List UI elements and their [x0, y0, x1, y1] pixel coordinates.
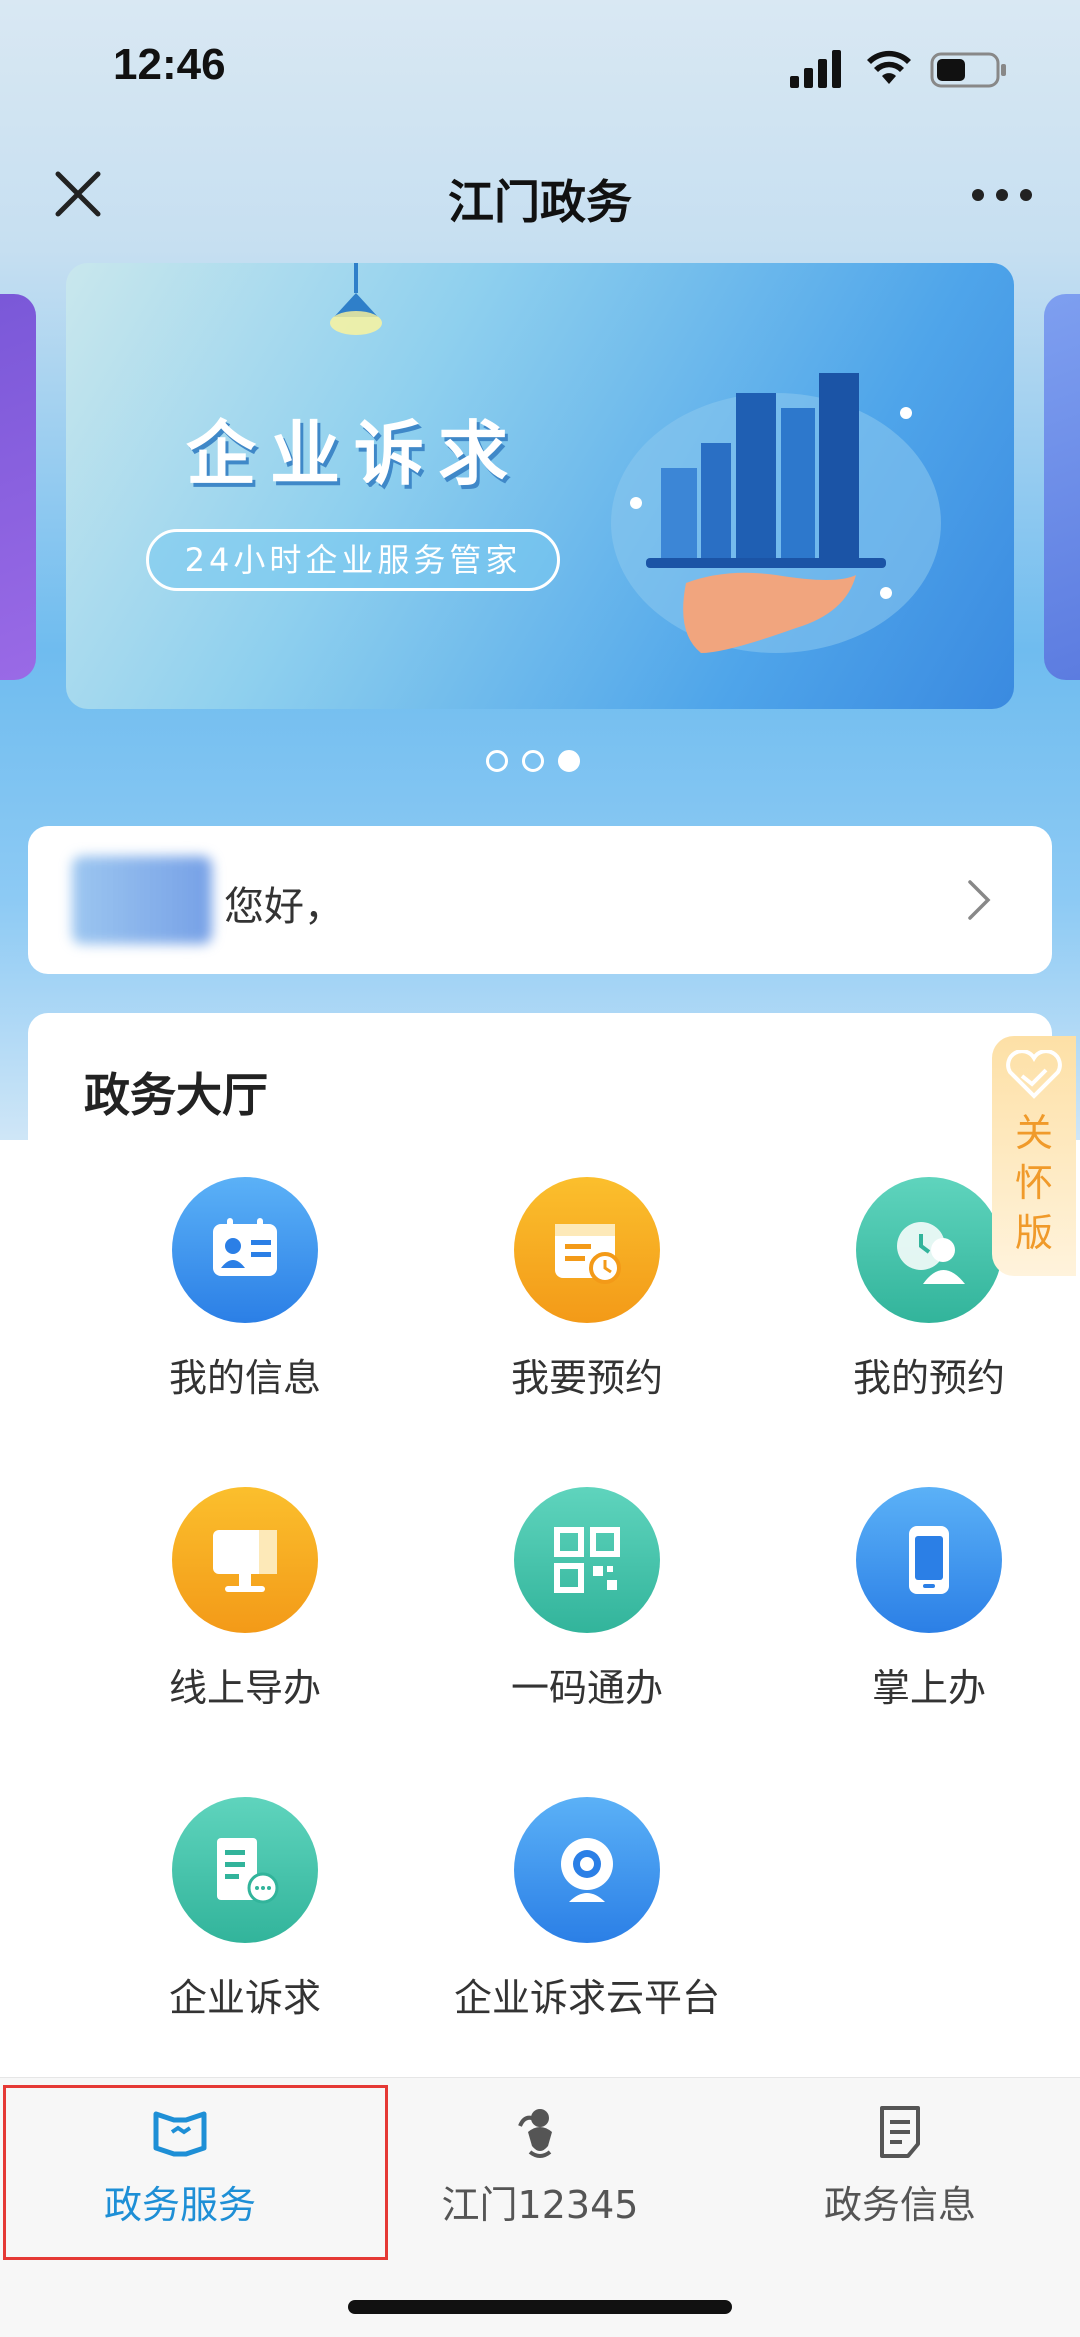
service-make-appointment[interactable]: 我要预约	[408, 1177, 748, 1417]
tab-label: 江门12345	[441, 2183, 639, 2227]
banner-subtitle: 24小时企业服务管家	[146, 529, 560, 591]
care-mode-label: 关怀版	[1014, 1111, 1053, 1255]
greeting-text: 您好，	[224, 884, 344, 930]
selection-highlight-box	[3, 2085, 388, 2260]
service-label: 一码通办	[510, 1666, 663, 1710]
status-time: 12:46	[113, 40, 226, 89]
carousel-dot[interactable]	[522, 750, 544, 772]
document-icon	[880, 2106, 920, 2158]
banner-slide[interactable]: 企业诉求 24小时企业服务管家	[66, 263, 1014, 709]
service-one-code[interactable]: 一码通办	[408, 1487, 748, 1727]
service-enterprise-appeal[interactable]: 企业诉求	[66, 1797, 406, 2037]
service-mobile[interactable]: 掌上办	[750, 1487, 1080, 1727]
qr-code-icon	[514, 1487, 660, 1633]
calendar-clock-icon	[514, 1177, 660, 1323]
computer-monitor-icon	[172, 1487, 318, 1633]
city-in-hand-illustration	[611, 373, 941, 653]
service-enterprise-appeal-cloud[interactable]: 企业诉求云平台	[408, 1797, 748, 2037]
service-label: 企业诉求	[168, 1976, 321, 2020]
avatar	[72, 856, 212, 944]
battery-icon	[930, 52, 1006, 88]
service-label: 我的预约	[852, 1356, 1005, 1400]
webcam-icon	[514, 1797, 660, 1943]
status-bar: 12:46	[0, 0, 1080, 140]
care-mode-button[interactable]: 关怀版	[992, 1036, 1076, 1276]
building-chat-icon	[172, 1797, 318, 1943]
banner-title: 企业诉求	[186, 413, 522, 495]
wifi-icon	[867, 50, 911, 84]
service-label: 企业诉求云平台	[453, 1976, 720, 2020]
heart-handshake-icon	[1006, 1050, 1062, 1099]
navigation-bar: 江门政务	[0, 140, 1080, 250]
user-greeting-card[interactable]: 您好，	[28, 826, 1052, 974]
service-label: 掌上办	[871, 1666, 986, 1710]
section-title: 政务大厅	[84, 1068, 268, 1122]
service-hall-card: 政务大厅 我的信息 我要预约 我的预约 线上导办 一码通办 掌上办 企业诉求 企…	[28, 1013, 1052, 2137]
carousel-indicator	[486, 750, 586, 774]
appointment-person-icon	[856, 1177, 1002, 1323]
phone-mascot-icon	[518, 2109, 552, 2158]
service-label: 线上导办	[168, 1666, 321, 1710]
service-online-guide[interactable]: 线上导办	[66, 1487, 406, 1727]
tab-jiangmen-12345[interactable]: 江门12345	[360, 2078, 720, 2258]
cellular-signal-icon	[790, 50, 841, 88]
tab-government-info[interactable]: 政务信息	[720, 2078, 1080, 2258]
page-title: 江门政务	[448, 175, 632, 229]
service-my-info[interactable]: 我的信息	[66, 1177, 406, 1417]
tab-label: 政务信息	[823, 2183, 976, 2227]
lamp-illustration	[330, 263, 382, 335]
home-indicator[interactable]	[348, 2300, 732, 2314]
service-label: 我的信息	[168, 1356, 321, 1400]
id-card-icon	[172, 1177, 318, 1323]
more-options-icon[interactable]	[970, 180, 1034, 210]
banner-next-slide[interactable]	[1044, 294, 1080, 680]
banner-prev-slide[interactable]	[0, 294, 36, 680]
mobile-phone-icon	[856, 1487, 1002, 1633]
carousel-dot-active[interactable]	[558, 750, 580, 772]
carousel-dot[interactable]	[486, 750, 508, 772]
service-label: 我要预约	[510, 1356, 663, 1400]
chevron-right-icon	[968, 880, 991, 920]
